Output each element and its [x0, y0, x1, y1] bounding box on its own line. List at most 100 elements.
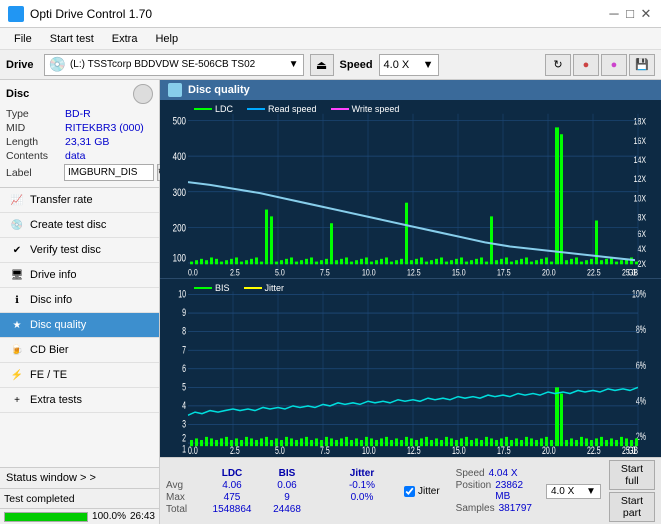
- stats-avg-row: Avg 4.06 0.06 -0.1%: [166, 480, 392, 491]
- status-text: Test completed: [4, 493, 75, 505]
- extra-tests-icon: +: [10, 393, 24, 407]
- svg-text:20.0: 20.0: [542, 266, 556, 277]
- speed-select[interactable]: 4.0 X ▼: [379, 54, 439, 76]
- nav-transfer-rate[interactable]: 📈 Transfer rate: [0, 188, 159, 213]
- transfer-rate-icon: 📈: [10, 193, 24, 207]
- nav-fe-te[interactable]: ⚡ FE / TE: [0, 363, 159, 388]
- verify-test-disc-icon: ✔: [10, 243, 24, 257]
- svg-text:22.5: 22.5: [587, 266, 601, 277]
- menu-file[interactable]: File: [6, 32, 40, 46]
- svg-text:200: 200: [173, 222, 186, 235]
- start-buttons: Start full Start part: [609, 460, 655, 522]
- minimize-button[interactable]: ─: [607, 7, 621, 21]
- disc-quality-title: Disc quality: [188, 84, 250, 96]
- jitter-checkbox[interactable]: [404, 486, 415, 497]
- nav-disc-quality[interactable]: ★ Disc quality: [0, 313, 159, 338]
- total-label: Total: [166, 504, 202, 515]
- svg-text:0.0: 0.0: [188, 444, 198, 456]
- drivebar: Drive 💿 (L:) TSSTcorp BDDVDW SE-506CB TS…: [0, 50, 661, 80]
- svg-text:GB: GB: [628, 444, 638, 456]
- bis-legend-label: BIS: [215, 283, 230, 293]
- ldc-legend-color: [194, 108, 212, 110]
- chart2-svg: 10 9 8 7 6 5 4 3 2 1 10% 8% 6% 4% 2%: [160, 279, 650, 457]
- save-button[interactable]: 💾: [629, 54, 655, 76]
- titlebar: Opti Drive Control 1.70 ─ □ ✕: [0, 0, 661, 28]
- drive-label: Drive: [6, 59, 34, 71]
- speed-dropdown-value: 4.0 X: [551, 486, 574, 497]
- start-part-button[interactable]: Start part: [609, 492, 655, 522]
- status-window[interactable]: Status window > >: [0, 467, 159, 488]
- refresh-button[interactable]: ↻: [545, 54, 571, 76]
- cd-bier-icon: 🍺: [10, 343, 24, 357]
- chart1-container: LDC Read speed Write speed 500: [160, 100, 661, 279]
- label-input[interactable]: [64, 164, 154, 181]
- start-full-button[interactable]: Start full: [609, 460, 655, 490]
- type-value: BD-R: [65, 108, 91, 120]
- mid-value: RITEKBR3 (000): [65, 122, 144, 134]
- total-bis: 24468: [262, 504, 312, 515]
- disc-contents-row: Contents data: [6, 150, 153, 162]
- svg-text:5.0: 5.0: [275, 444, 285, 456]
- svg-text:10.0: 10.0: [362, 266, 376, 277]
- close-button[interactable]: ✕: [639, 7, 653, 21]
- nav-verify-test-disc[interactable]: ✔ Verify test disc: [0, 238, 159, 263]
- speed-info-value: 4.04 X: [489, 468, 518, 479]
- speed-value: 4.0 X: [384, 59, 410, 71]
- nav-cd-bier[interactable]: 🍺 CD Bier: [0, 338, 159, 363]
- nav-transfer-rate-label: Transfer rate: [30, 194, 93, 206]
- nav-create-test-disc[interactable]: 💿 Create test disc: [0, 213, 159, 238]
- speed-dropdown[interactable]: 4.0 X ▼: [546, 484, 601, 499]
- settings-button[interactable]: ●: [573, 54, 599, 76]
- nav-disc-info[interactable]: ℹ Disc info: [0, 288, 159, 313]
- svg-text:18X: 18X: [634, 116, 647, 127]
- menu-start-test[interactable]: Start test: [42, 32, 102, 46]
- chart2-container: BIS Jitter 10 9 8 7 6 5 4: [160, 279, 661, 457]
- jitter-checkbox-label: Jitter: [418, 486, 440, 497]
- svg-text:8%: 8%: [636, 324, 646, 336]
- svg-text:10.0: 10.0: [362, 444, 376, 456]
- menu-extra[interactable]: Extra: [104, 32, 146, 46]
- disc-length-row: Length 23,31 GB: [6, 136, 153, 148]
- nav-extra-tests[interactable]: + Extra tests: [0, 388, 159, 413]
- svg-text:500: 500: [173, 116, 186, 129]
- samples-value: 381797: [499, 503, 532, 514]
- svg-text:6%: 6%: [636, 359, 646, 371]
- maximize-button[interactable]: □: [623, 7, 637, 21]
- read-speed-legend-color: [247, 108, 265, 110]
- svg-text:10: 10: [178, 288, 186, 300]
- svg-text:100: 100: [173, 252, 186, 265]
- svg-text:16X: 16X: [634, 135, 647, 146]
- info-button[interactable]: ●: [601, 54, 627, 76]
- content-area: Disc quality LDC Read speed: [160, 80, 661, 524]
- menu-help[interactable]: Help: [147, 32, 186, 46]
- disc-header: Disc: [6, 84, 153, 104]
- svg-text:7.5: 7.5: [320, 444, 330, 456]
- read-speed-legend-label: Read speed: [268, 104, 317, 114]
- svg-text:2.5: 2.5: [230, 444, 240, 456]
- drive-info-icon: 🖥: [10, 268, 24, 282]
- speed-info-label: Speed: [456, 468, 485, 479]
- titlebar-left: Opti Drive Control 1.70: [8, 6, 152, 22]
- max-ldc: 475: [202, 492, 262, 503]
- svg-text:GB: GB: [628, 266, 638, 277]
- nav-drive-info[interactable]: 🖥 Drive info: [0, 263, 159, 288]
- disc-quality-icon: ★: [10, 318, 24, 332]
- main-layout: Disc Type BD-R MID RITEKBR3 (000) Length…: [0, 80, 661, 524]
- disc-mid-row: MID RITEKBR3 (000): [6, 122, 153, 134]
- avg-bis: 0.06: [262, 480, 312, 491]
- position-label: Position: [456, 480, 492, 502]
- contents-value: data: [65, 150, 85, 162]
- chart2-legend: BIS Jitter: [190, 281, 288, 295]
- eject-button[interactable]: ⏏: [310, 54, 334, 76]
- disc-section: Disc Type BD-R MID RITEKBR3 (000) Length…: [0, 80, 159, 188]
- bis-header: BIS: [262, 468, 312, 479]
- create-test-disc-icon: 💿: [10, 218, 24, 232]
- ldc-legend-label: LDC: [215, 104, 233, 114]
- svg-text:5.0: 5.0: [275, 266, 285, 277]
- max-jitter: 0.0%: [332, 492, 392, 503]
- drive-select[interactable]: 💿 (L:) TSSTcorp BDDVDW SE-506CB TS02 ▼: [44, 54, 304, 76]
- progress-fill: [5, 513, 87, 521]
- bis-legend-color: [194, 287, 212, 289]
- max-label: Max: [166, 492, 202, 503]
- svg-text:12.5: 12.5: [407, 266, 421, 277]
